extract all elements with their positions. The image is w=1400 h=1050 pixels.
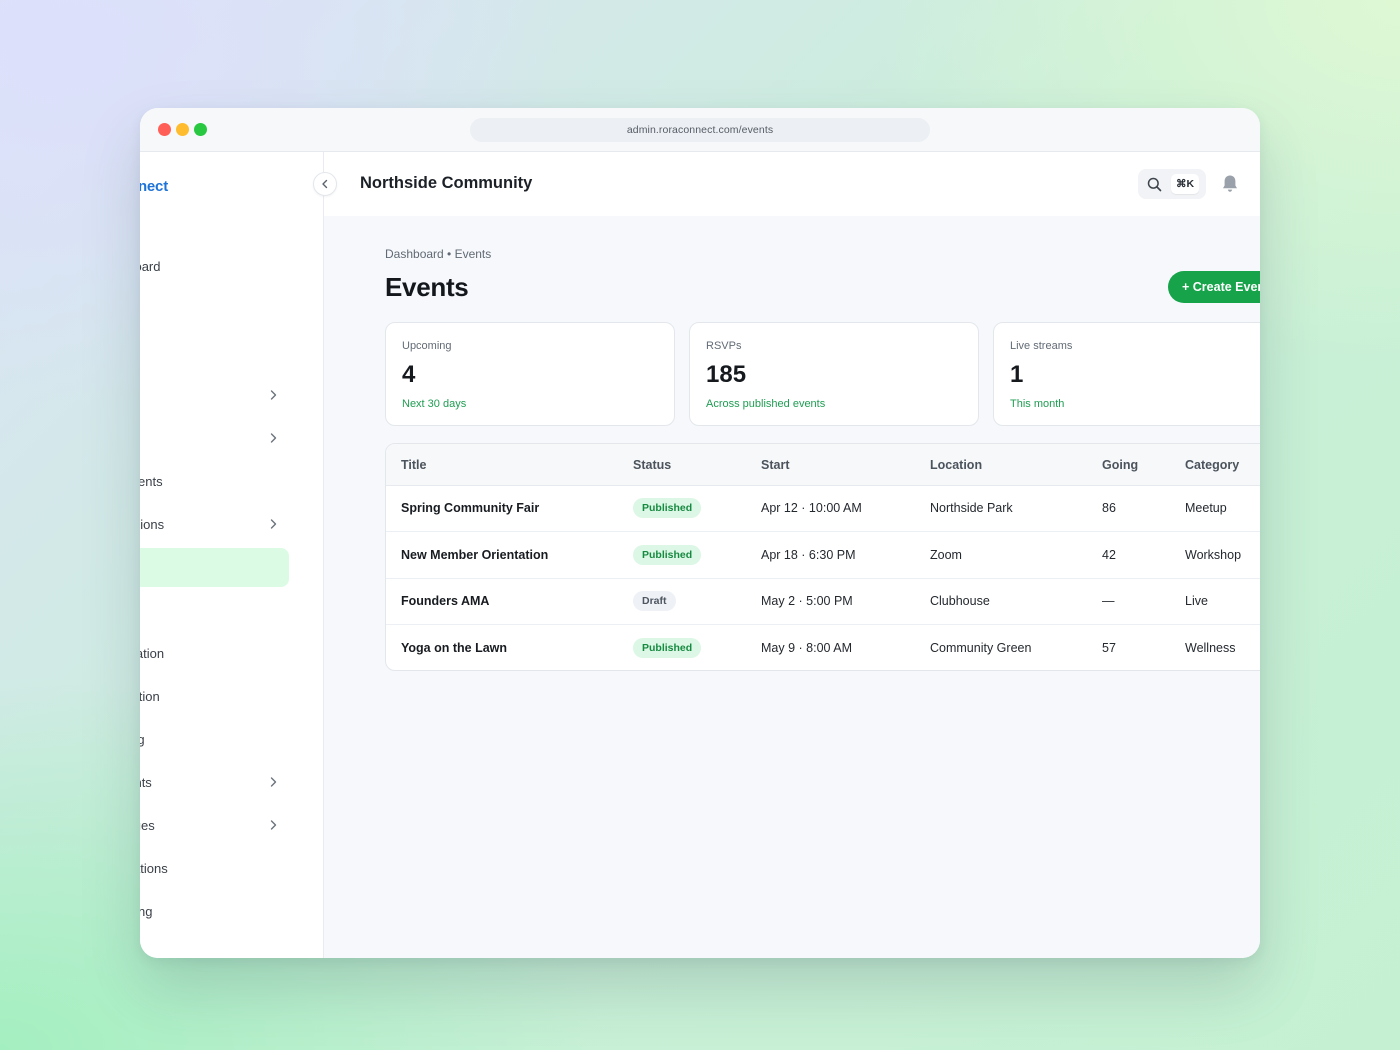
- status-badge: Published: [633, 637, 702, 658]
- maximize-window-button[interactable]: [194, 123, 207, 136]
- cell-category: Workshop: [1185, 547, 1242, 562]
- cell-start: May 9 · 8:00 AM: [761, 640, 853, 655]
- sidebar-nav-label: fications: [140, 861, 168, 876]
- app-logo[interactable]: nect: [140, 178, 168, 195]
- chevron-right-icon: [270, 777, 277, 787]
- sidebar-nav-item[interactable]: hboard: [140, 247, 289, 286]
- close-window-button[interactable]: [158, 123, 171, 136]
- cell-going: 42: [1102, 547, 1116, 562]
- sidebar-nav-item[interactable]: ts: [140, 548, 289, 587]
- column-header-category[interactable]: Category: [1185, 458, 1239, 472]
- sidebar-nav-item[interactable]: uments: [140, 462, 289, 501]
- sidebar-nav-item[interactable]: s: [140, 333, 289, 372]
- table-row[interactable]: Founders AMA Draft May 2 · 5:00 PM Clubhous…: [386, 578, 1260, 625]
- sidebar-nav-item[interactable]: n: [140, 591, 289, 630]
- sidebar-nav-item[interactable]: ngs: [140, 935, 289, 958]
- sidebar-nav-label: ning: [140, 732, 145, 747]
- sidebar-nav-item[interactable]: es: [140, 290, 289, 329]
- table-row[interactable]: Spring Community Fair Published Apr 12 · 1…: [386, 485, 1260, 532]
- breadcrumb[interactable]: Dashboard • Events: [385, 247, 491, 261]
- cell-category: Wellness: [1185, 640, 1236, 655]
- status-badge: Published: [633, 498, 702, 518]
- bell-icon[interactable]: [1221, 174, 1239, 194]
- sidebar-nav-item[interactable]: orting: [140, 892, 289, 931]
- table-row[interactable]: Yoga on the Lawn Published May 9 · 8:00 AM…: [386, 625, 1260, 671]
- organization-name: Northside Community: [360, 174, 533, 192]
- sidebar-nav-label: ngs: [140, 947, 141, 958]
- cell-title: Founders AMA: [401, 594, 490, 608]
- cell-category: Live: [1185, 594, 1208, 608]
- chevron-right-icon: [270, 433, 277, 443]
- cell-start: Apr 12 · 10:00 AM: [761, 501, 862, 515]
- sidebar-nav-item[interactable]: s: [140, 419, 289, 458]
- sidebar-nav-item[interactable]: nents: [140, 763, 289, 802]
- collapse-sidebar-button[interactable]: [313, 172, 337, 196]
- cell-going: 57: [1102, 640, 1116, 655]
- table-header: Title Status Start Location Going Catego…: [386, 444, 1260, 486]
- address-bar[interactable]: admin.roraconnect.com/events: [470, 118, 930, 142]
- events-table: Title Status Start Location Going Catego…: [385, 443, 1260, 671]
- sidebar-nav-label: sages: [140, 818, 155, 833]
- sidebar-nav-label: eration: [140, 689, 160, 704]
- cell-location: Clubhouse: [930, 594, 990, 608]
- sidebar-nav-item[interactable]: ification: [140, 634, 289, 673]
- chevron-right-icon: [270, 820, 277, 830]
- chevron-right-icon: [270, 519, 277, 529]
- cell-going: —: [1102, 594, 1115, 608]
- minimize-window-button[interactable]: [176, 123, 189, 136]
- sidebar-nav-item[interactable]: sages: [140, 806, 289, 845]
- cell-location: Zoom: [930, 547, 962, 562]
- search-button[interactable]: ⌘K: [1138, 169, 1206, 199]
- chevron-left-icon: [322, 179, 328, 189]
- cell-start: May 2 · 5:00 PM: [761, 594, 853, 608]
- sidebar-nav-label: nents: [140, 775, 152, 790]
- sidebar-nav-label: ification: [140, 646, 165, 661]
- search-shortcut: ⌘K: [1171, 174, 1199, 194]
- cell-location: Community Green: [930, 640, 1032, 655]
- sidebar-nav-item[interactable]: ussions: [140, 505, 289, 544]
- sidebar-nav-label: uments: [140, 474, 163, 489]
- cell-category: Meetup: [1185, 501, 1227, 515]
- column-header-status[interactable]: Status: [633, 458, 671, 472]
- cell-start: Apr 18 · 6:30 PM: [761, 547, 856, 562]
- sidebar: nect hboard es s ns s uments ussions ts n ificati…: [140, 152, 324, 958]
- table-row[interactable]: New Member Orientation Published Apr 18 · …: [386, 532, 1260, 579]
- sidebar-nav-item[interactable]: ning: [140, 720, 289, 759]
- status-badge: Draft: [633, 591, 676, 611]
- top-header: Northside Community ⌘K: [324, 152, 1260, 216]
- sidebar-nav-item[interactable]: ns: [140, 376, 289, 415]
- title-bar: admin.roraconnect.com/events: [140, 108, 1260, 152]
- column-header-going[interactable]: Going: [1102, 458, 1138, 472]
- create-event-button[interactable]: + Create Event: [1168, 271, 1260, 303]
- sidebar-nav-item[interactable]: eration: [140, 677, 289, 716]
- status-badge: Published: [633, 544, 702, 565]
- cell-location: Northside Park: [930, 501, 1013, 515]
- cell-going: 86: [1102, 501, 1116, 515]
- sidebar-nav-label: hboard: [140, 259, 161, 274]
- column-header-title[interactable]: Title: [401, 458, 426, 472]
- column-header-location[interactable]: Location: [930, 458, 982, 472]
- cell-title: New Member Orientation: [401, 547, 549, 562]
- sidebar-nav-label: ussions: [140, 517, 165, 532]
- column-header-start[interactable]: Start: [761, 458, 789, 472]
- chevron-right-icon: [270, 390, 277, 400]
- sidebar-nav-item[interactable]: fications: [140, 849, 289, 888]
- browser-window: admin.roraconnect.com/events nect hboard…: [140, 108, 1260, 958]
- cell-title: Spring Community Fair: [401, 501, 540, 515]
- cell-title: Yoga on the Lawn: [401, 640, 508, 655]
- search-icon: [1147, 177, 1162, 192]
- sidebar-nav-label: orting: [140, 904, 153, 919]
